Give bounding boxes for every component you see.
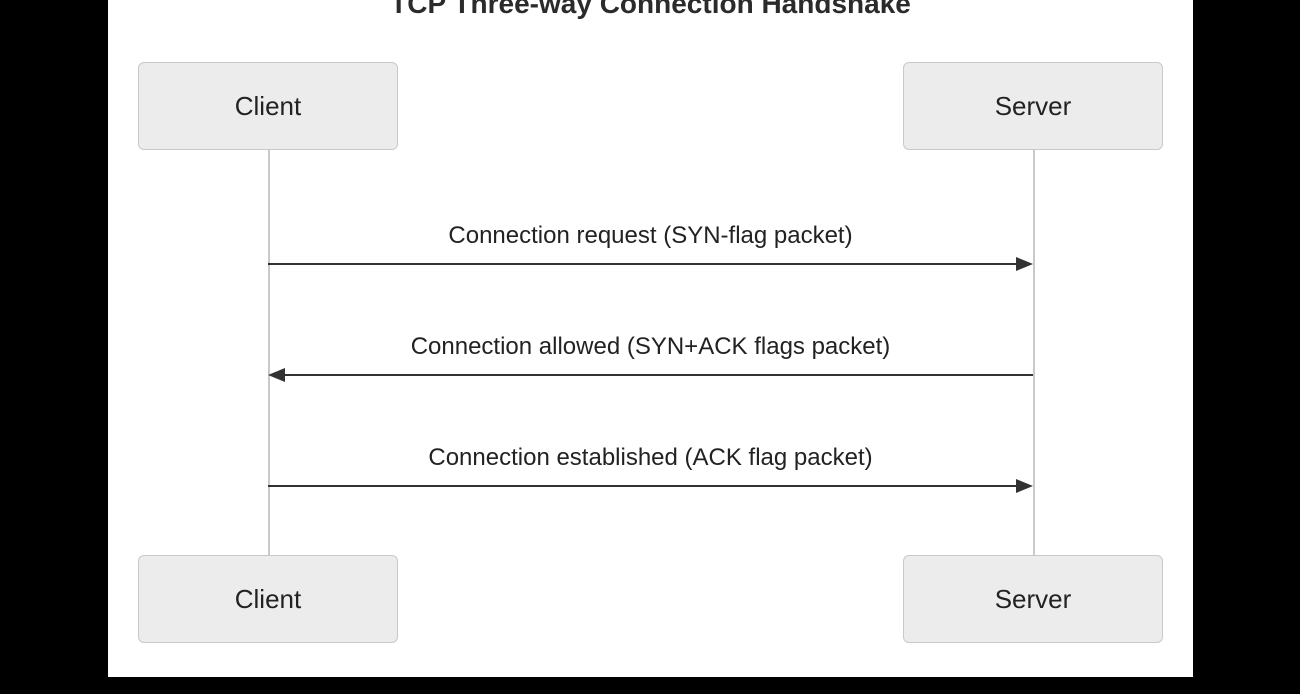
- actor-client-bottom: Client: [138, 555, 398, 643]
- message-1: Connection request (SYN-flag packet): [268, 252, 1033, 276]
- message-2: Connection allowed (SYN+ACK flags packet…: [268, 363, 1033, 387]
- arrow-right-icon: [268, 252, 1033, 276]
- actor-client-bottom-label: Client: [235, 584, 301, 615]
- actor-client-top: Client: [138, 62, 398, 150]
- arrow-left-icon: [268, 363, 1033, 387]
- actor-server-top: Server: [903, 62, 1163, 150]
- message-3: Connection established (ACK flag packet): [268, 474, 1033, 498]
- actor-client-top-label: Client: [235, 91, 301, 122]
- message-3-label: Connection established (ACK flag packet): [268, 444, 1033, 472]
- lifeline-server: [1033, 150, 1035, 555]
- actor-server-top-label: Server: [995, 91, 1072, 122]
- message-1-label: Connection request (SYN-flag packet): [268, 222, 1033, 250]
- message-2-label: Connection allowed (SYN+ACK flags packet…: [268, 333, 1033, 361]
- actor-server-bottom-label: Server: [995, 584, 1072, 615]
- diagram-title: TCP Three-way Connection Handshake: [108, 0, 1193, 20]
- arrow-right-icon: [268, 474, 1033, 498]
- actor-server-bottom: Server: [903, 555, 1163, 643]
- diagram-canvas: TCP Three-way Connection Handshake Clien…: [108, 0, 1193, 677]
